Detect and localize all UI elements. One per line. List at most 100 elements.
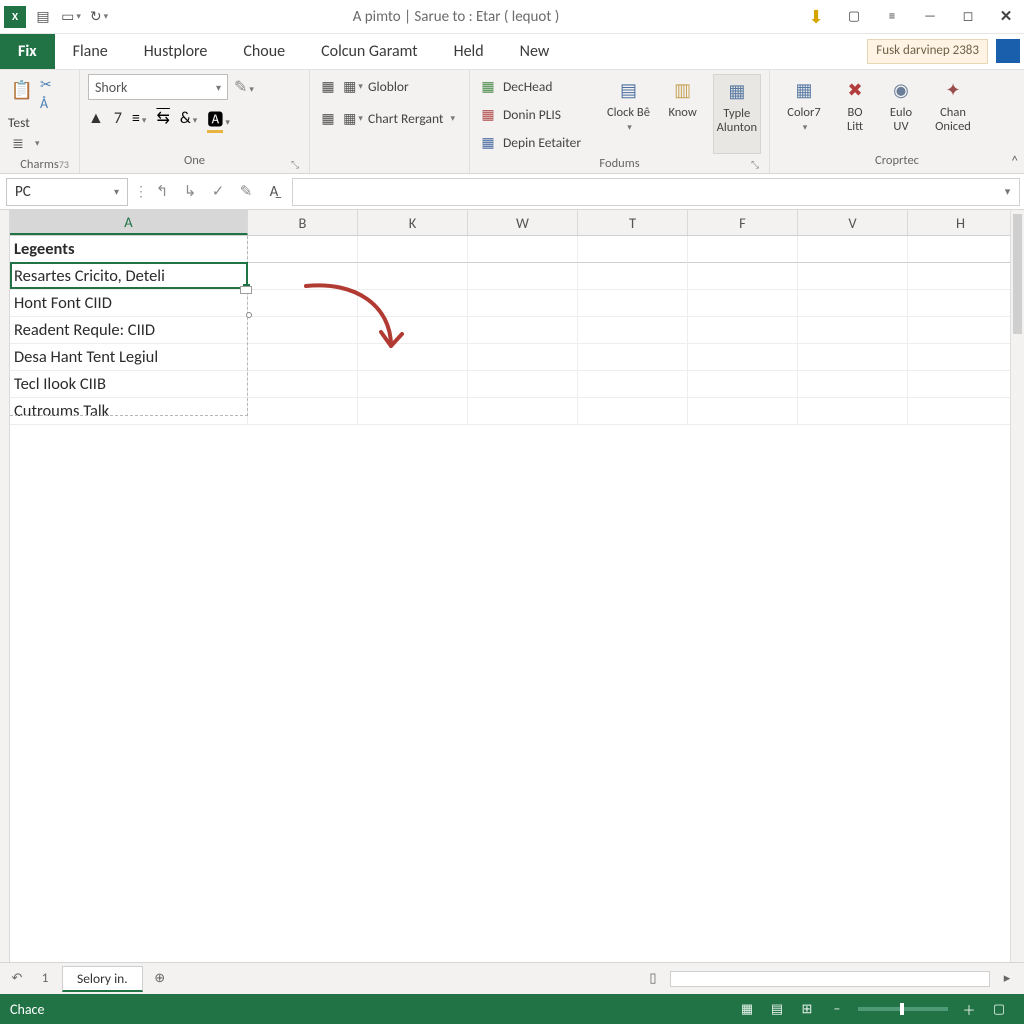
cell-a7[interactable]: Cutroums Talk (10, 398, 248, 425)
font-a-icon[interactable]: A̲ (260, 178, 288, 206)
name-box[interactable]: PC▾ (6, 178, 128, 206)
align-icon[interactable]: ≣ (8, 133, 28, 153)
tab-held[interactable]: Held (436, 34, 502, 69)
chanoniced-button[interactable]: ✦Chan Oniced (928, 74, 978, 151)
edit-pencil-icon[interactable]: ✎ (232, 178, 260, 206)
doninplus-icon[interactable]: ▦ (478, 104, 498, 124)
eulouv-button[interactable]: ◉Eulo UV (880, 74, 922, 151)
qat-save-icon[interactable]: ▤ (32, 6, 54, 28)
cancel-entry-icon[interactable]: ↰ (148, 178, 176, 206)
know-icon: ▥ (668, 76, 698, 104)
autofill-options-icon[interactable] (240, 286, 252, 294)
zoom-in-icon[interactable]: ＋ (954, 998, 984, 1020)
resize-dot-icon[interactable] (246, 312, 252, 318)
doninplus-label[interactable]: Donin PLIS (503, 106, 561, 123)
confirm-check-icon[interactable]: ✓ (204, 178, 232, 206)
border-icon[interactable]: &▾ (180, 109, 197, 128)
account-square-icon[interactable] (996, 39, 1020, 63)
sync-down-icon[interactable]: ⬇ (802, 4, 830, 30)
view-normal-icon[interactable]: ▦ (732, 998, 762, 1020)
font-name-dropdown[interactable]: Shork▾ (88, 74, 228, 100)
column-header-h[interactable]: H (908, 210, 1014, 235)
declhead-icon[interactable]: ▦ (478, 76, 498, 96)
group-one-label: One (184, 153, 205, 168)
tab-nav-prev-icon[interactable]: ↶ (6, 968, 28, 990)
minimize-button[interactable]: — (916, 4, 944, 30)
bold-icon[interactable]: ▲ (88, 109, 104, 128)
tab-new[interactable]: New (502, 34, 568, 69)
qat-refresh-icon[interactable]: ↻▾ (88, 6, 110, 28)
close-button[interactable]: ✕ (992, 4, 1020, 30)
top-right-badge[interactable]: Fusk darvinep 2383 (867, 39, 988, 64)
globlor-label[interactable]: Globlor (368, 78, 409, 95)
cell-a1[interactable]: Legeents (10, 236, 248, 263)
column-header-k[interactable]: K (358, 210, 468, 235)
fill-color-icon[interactable]: 🅰▾ (207, 106, 230, 130)
column-header-v[interactable]: V (798, 210, 908, 235)
zoom-slider[interactable] (858, 1007, 948, 1011)
tab-colcun[interactable]: Colcun Garamt (303, 34, 436, 69)
cell-a3[interactable]: Hont Font CIID (10, 290, 248, 317)
brush-icon[interactable]: ✎▾ (234, 77, 254, 97)
formula-input[interactable] (292, 178, 996, 206)
declhead-label[interactable]: DecHead (503, 78, 552, 95)
ribbon-options-icon[interactable]: ≡ (878, 4, 906, 30)
maximize-button[interactable]: ◻ (954, 4, 982, 30)
tab-choue[interactable]: Choue (225, 34, 303, 69)
cells-grid[interactable]: Legeents Resartes Cricito, Deteli Hont F… (10, 236, 1024, 962)
fodums-launcher-icon[interactable]: ⤡ (751, 158, 759, 171)
compass-icon[interactable]: Å (40, 95, 52, 112)
collapse-ribbon-icon[interactable]: ^ (1012, 154, 1018, 169)
bolist-button[interactable]: ✖BO Litt (836, 74, 874, 151)
column-header-a[interactable]: A (10, 210, 248, 235)
font-size-label[interactable]: 7 (114, 109, 122, 128)
one-launcher-icon[interactable]: ⤡ (291, 158, 299, 171)
view-layout-icon[interactable]: ▤ (762, 998, 792, 1020)
know-button[interactable]: ▥Know (659, 74, 707, 154)
paste-button[interactable]: 📋 (8, 74, 36, 112)
view-break-icon[interactable]: ⊞ (792, 998, 822, 1020)
table-icon[interactable]: ▦ (318, 76, 338, 96)
zoom-fit-icon[interactable]: ▢ (984, 998, 1014, 1020)
depinetatter-label[interactable]: Depin Eetaiter (503, 134, 581, 151)
table2-icon[interactable]: ▦▾ (343, 76, 363, 96)
typle-button[interactable]: ▦Typle Alunton (713, 74, 761, 154)
zoom-out-icon[interactable]: − (822, 998, 852, 1020)
cell-a5[interactable]: Desa Hant Tent Legiul (10, 344, 248, 371)
window-card-icon[interactable]: ▢ (840, 4, 868, 30)
app-icon[interactable]: X (4, 6, 26, 28)
cut-icon[interactable]: ✂ (40, 76, 52, 93)
qat-page-icon[interactable]: ▭▾ (60, 6, 82, 28)
column-header-b[interactable]: B (248, 210, 358, 235)
formula-handle-icon[interactable]: ⋮ (134, 183, 148, 200)
expand-formula-icon[interactable]: ▾ (996, 178, 1020, 206)
indent-icon[interactable]: ⇆ (156, 108, 169, 128)
enter-redo-icon[interactable]: ↳ (176, 178, 204, 206)
tab-flane[interactable]: Flane (55, 34, 126, 69)
table4-icon[interactable]: ▦▾ (343, 108, 363, 128)
horizontal-scrollbar[interactable] (670, 971, 990, 987)
new-sheet-icon[interactable]: ⊕ (149, 968, 171, 990)
hscroll-right-icon[interactable]: ▸ (996, 968, 1018, 990)
clockbe-button[interactable]: ▤Clock Bê▾ (604, 74, 652, 154)
group1-launcher-icon[interactable]: 73 (59, 158, 69, 171)
row-header-gutter[interactable] (0, 210, 10, 962)
cell-a4[interactable]: Readent Requle: CIID (10, 317, 248, 344)
tab-fix[interactable]: Fix (0, 34, 55, 69)
cell-a2[interactable]: Resartes Cricito, Deteli (10, 263, 248, 290)
hscroll-left-icon[interactable]: ▯ (642, 968, 664, 990)
tab-nav-num[interactable]: 1 (34, 968, 56, 990)
depin-icon[interactable]: ▦ (478, 132, 498, 152)
column-header-f[interactable]: F (688, 210, 798, 235)
column-header-t[interactable]: T (578, 210, 688, 235)
color7-button[interactable]: ▦Color7▾ (778, 74, 830, 151)
clock-icon: ▤ (613, 76, 643, 104)
sheet-tab-active[interactable]: Selory in. (62, 966, 143, 992)
column-header-w[interactable]: W (468, 210, 578, 235)
chartreg-label[interactable]: Chart Rergant (368, 110, 443, 127)
table3-icon[interactable]: ▦ (318, 108, 338, 128)
cell-a6[interactable]: Tecl Ilook CIIB (10, 371, 248, 398)
align-left-icon[interactable]: ≡▾ (132, 109, 147, 128)
tab-hustplore[interactable]: Hustplore (126, 34, 226, 69)
vertical-scrollbar[interactable] (1010, 210, 1024, 962)
